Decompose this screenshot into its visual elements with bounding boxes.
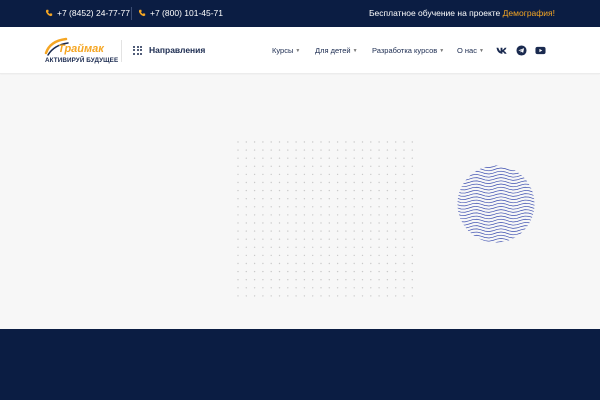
nav-item-label: Курсы: [272, 46, 294, 55]
directions-label: Направления: [149, 45, 206, 55]
promo-banner: Бесплатное обучение на проекте Демографи…: [369, 8, 555, 18]
nav-item-label: Разработка курсов: [372, 46, 438, 55]
chevron-down-icon: ▼: [352, 47, 358, 54]
logo-slogan: АКТИВИРУЙ БУДУЩЕЕ: [45, 57, 119, 64]
chevron-down-icon: ▼: [439, 47, 445, 54]
telegram-icon[interactable]: [516, 45, 527, 56]
phone-link-1[interactable]: +7 (8452) 24-77-77: [45, 8, 130, 18]
wave-circle-decoration: [457, 165, 535, 243]
youtube-icon[interactable]: [535, 45, 546, 56]
phone-icon: [45, 9, 53, 17]
nav-item-course-development[interactable]: Разработка курсов ▼: [372, 46, 444, 55]
dot-pattern-decoration: [237, 141, 413, 297]
chevron-down-icon: ▼: [295, 47, 301, 54]
vk-icon[interactable]: [496, 45, 507, 56]
nav-item-label: Для детей: [315, 46, 351, 55]
logo-mark-icon: Траймак: [44, 37, 105, 56]
nav-item-kids[interactable]: Для детей ▼: [315, 46, 358, 55]
phone-link-2[interactable]: +7 (800) 101-45-71: [138, 8, 223, 18]
nav-item-label: О нас: [457, 46, 477, 55]
phone-icon: [138, 9, 146, 17]
header-divider: [121, 40, 122, 62]
chevron-down-icon: ▼: [478, 47, 484, 54]
grid-menu-icon: [133, 45, 142, 55]
directions-menu-button[interactable]: Направления: [133, 45, 205, 55]
phone-number-2: +7 (800) 101-45-71: [150, 8, 224, 18]
site-logo[interactable]: Траймак АКТИВИРУЙ БУДУЩЕЕ: [44, 35, 118, 67]
main-header: Траймак АКТИВИРУЙ БУДУЩЕЕ Направления Ку…: [0, 27, 600, 74]
phone-number-1: +7 (8452) 24-77-77: [57, 8, 131, 18]
nav-item-about[interactable]: О нас ▼: [457, 46, 484, 55]
top-bar: +7 (8452) 24-77-77 +7 (800) 101-45-71 Бе…: [0, 0, 600, 27]
logo-wordmark: Траймак: [58, 43, 105, 55]
promo-link[interactable]: Демография!: [503, 8, 555, 18]
promo-text: Бесплатное обучение на проекте: [368, 8, 501, 18]
footer-band: [0, 329, 600, 400]
nav-item-courses[interactable]: Курсы ▼: [272, 46, 300, 55]
topbar-divider: [131, 7, 132, 20]
